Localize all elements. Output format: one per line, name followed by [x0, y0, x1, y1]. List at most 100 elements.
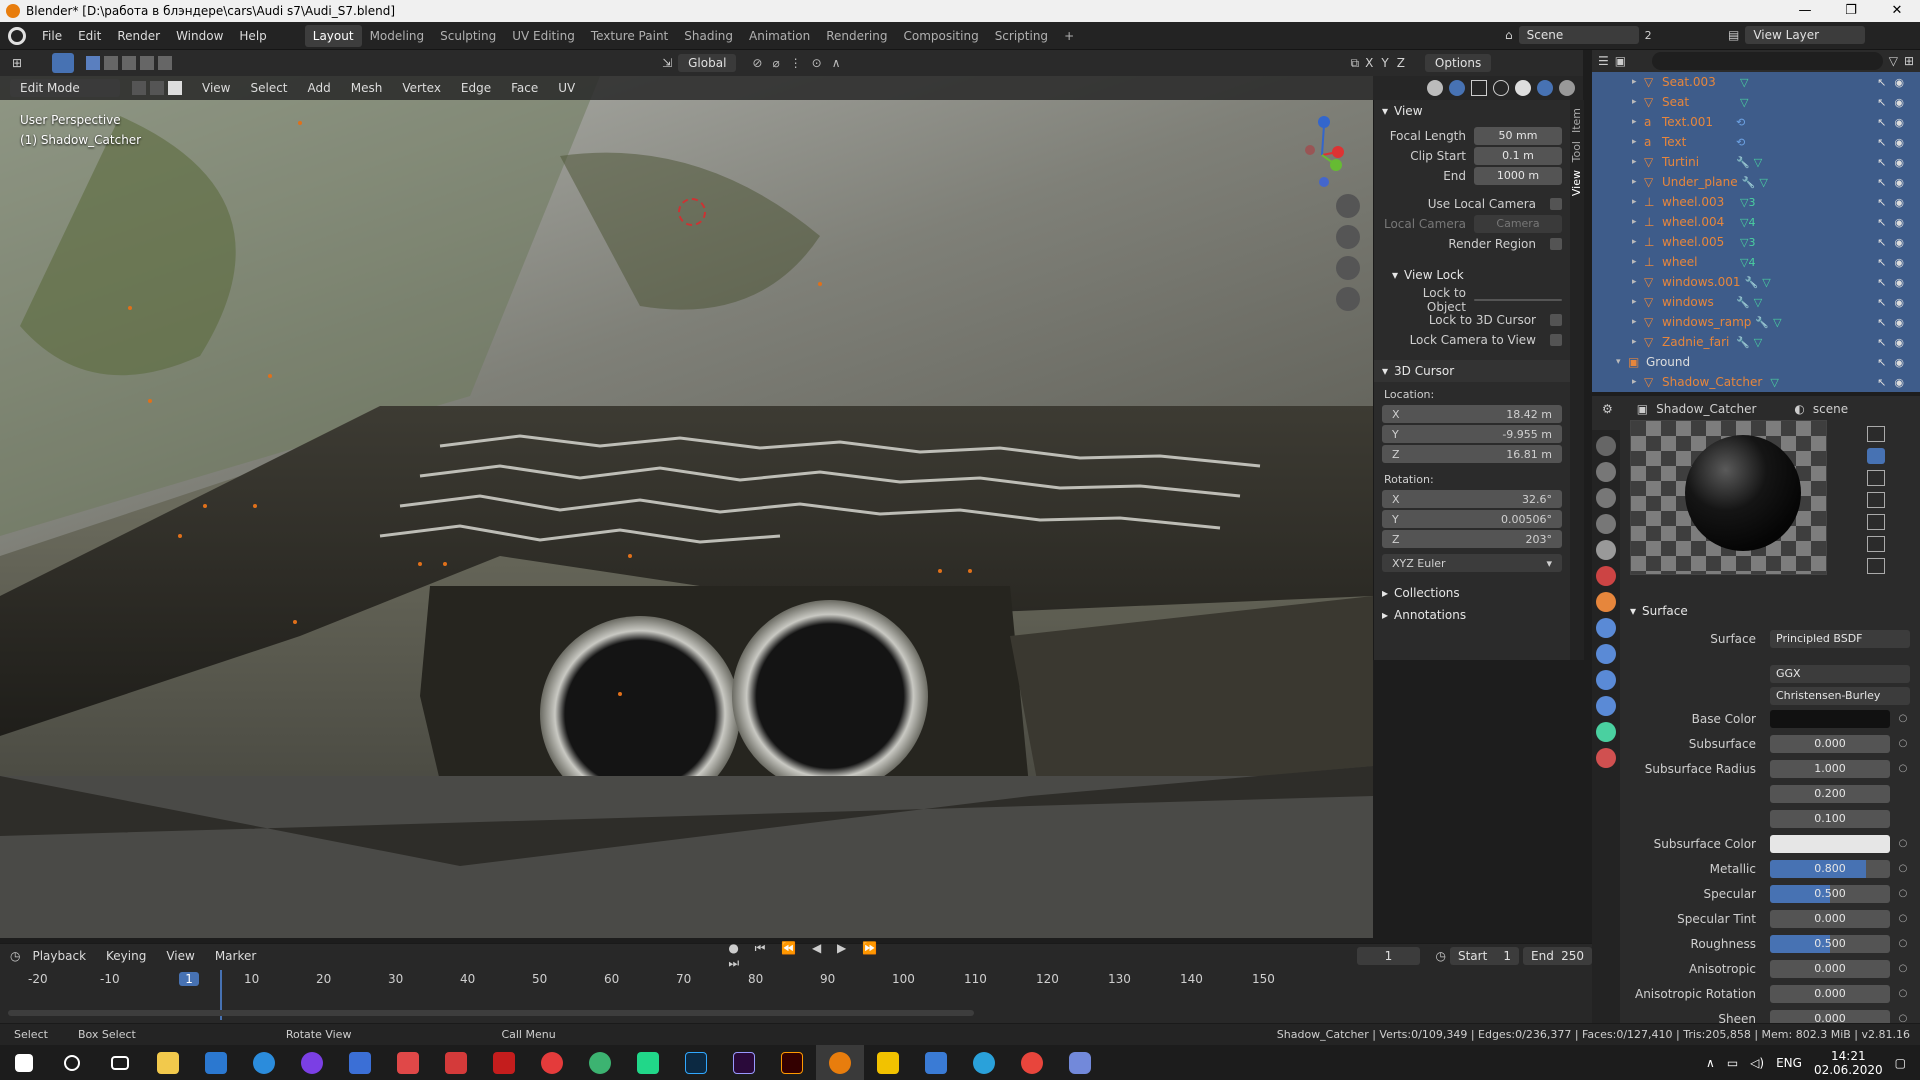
- particles-tab-icon[interactable]: [1596, 644, 1616, 664]
- cursor-rotation-x[interactable]: X 32.6°: [1382, 490, 1562, 508]
- visibility-icons[interactable]: ↖◉: [1877, 216, 1912, 229]
- tab-modeling[interactable]: Modeling: [362, 25, 433, 47]
- rotation-mode-dropdown[interactable]: XYZ Euler ▾: [1382, 554, 1562, 572]
- marvelous-icon[interactable]: [864, 1045, 912, 1080]
- expand-icon[interactable]: ▸: [1632, 197, 1644, 207]
- expand-icon[interactable]: ▸: [1632, 337, 1644, 347]
- focal-length-field[interactable]: 50 mm: [1474, 127, 1562, 145]
- outliner-row[interactable]: ▸ ▽ Zadnie_fari 🔧 ▽ ↖◉: [1592, 332, 1920, 352]
- outliner-search-input[interactable]: [1652, 52, 1883, 70]
- current-frame-field[interactable]: 1: [1357, 947, 1420, 965]
- outliner-row[interactable]: ▸ ▽ windows_ramp 🔧 ▽ ↖◉: [1592, 312, 1920, 332]
- expand-icon[interactable]: ▸: [1632, 277, 1644, 287]
- start-icon[interactable]: [0, 1045, 48, 1080]
- collections-section-header[interactable]: ▸ Collections: [1374, 582, 1570, 604]
- tab-scripting[interactable]: Scripting: [987, 25, 1056, 47]
- outliner-type-icon[interactable]: ☰: [1598, 54, 1609, 68]
- expand-icon[interactable]: ▸: [1632, 97, 1644, 107]
- outliner-row[interactable]: ▸ ▽ Turtini 🔧 ▽ ↖◉: [1592, 152, 1920, 172]
- shader-value-field[interactable]: 0.200: [1770, 784, 1890, 803]
- expand-icon[interactable]: ▸: [1632, 157, 1644, 167]
- visibility-icons[interactable]: ↖◉: [1877, 196, 1912, 209]
- timeline-menu-playback[interactable]: Playback: [24, 947, 94, 965]
- mirror-y-toggle[interactable]: Y: [1381, 56, 1388, 70]
- expand-icon[interactable]: ▸: [1632, 77, 1644, 87]
- clock[interactable]: 14:21 02.06.2020: [1814, 1049, 1883, 1077]
- scene-selector[interactable]: ⌂ Scene 2: [1505, 26, 1652, 44]
- shader-value-field[interactable]: 0.000: [1770, 959, 1890, 978]
- timeline-scrollbar[interactable]: [8, 1010, 974, 1016]
- app-icon-red2[interactable]: [432, 1045, 480, 1080]
- blender-menu-icon[interactable]: [8, 26, 26, 45]
- end-frame-field[interactable]: End 250: [1523, 947, 1593, 965]
- cursor-rotation-y[interactable]: Y 0.00506°: [1382, 510, 1562, 528]
- notifications-icon[interactable]: ▢: [1895, 1056, 1906, 1070]
- tab-item[interactable]: Item: [1570, 108, 1583, 133]
- menu-add[interactable]: Add: [300, 79, 339, 97]
- tab-sculpting[interactable]: Sculpting: [432, 25, 504, 47]
- modifier-tab-icon[interactable]: [1596, 618, 1616, 638]
- visibility-icons[interactable]: ↖◉: [1877, 176, 1912, 189]
- zoom-icon[interactable]: [1336, 194, 1360, 218]
- 3d-cursor-icon[interactable]: [678, 198, 706, 226]
- visibility-icons[interactable]: ↖◉: [1877, 316, 1912, 329]
- constraints-tab-icon[interactable]: [1596, 696, 1616, 716]
- color-swatch[interactable]: [1770, 834, 1890, 853]
- socket-icon[interactable]: ○: [1896, 838, 1910, 849]
- element-mode-icons[interactable]: [132, 81, 182, 95]
- surface-section-header[interactable]: ▾ Surface: [1630, 600, 1920, 622]
- shader-value-field[interactable]: 0.500: [1770, 934, 1890, 953]
- timeline-ruler[interactable]: -20 -10 1 10 20 30 40 50 60 70 80 90 100 110 120 130 140…: [0, 972, 1592, 994]
- blender-taskbar-icon[interactable]: [816, 1045, 864, 1080]
- photoshop-icon[interactable]: [672, 1045, 720, 1080]
- preview-monkey-icon[interactable]: [1867, 514, 1885, 530]
- game-icon[interactable]: [336, 1045, 384, 1080]
- lock-to-object-field[interactable]: [1474, 299, 1562, 301]
- sketchup-icon[interactable]: [480, 1045, 528, 1080]
- tab-view[interactable]: View: [1570, 170, 1583, 196]
- task-view-icon[interactable]: [96, 1045, 144, 1080]
- minimize-button[interactable]: —: [1782, 0, 1828, 22]
- ortho-grid-icon[interactable]: [1336, 287, 1360, 311]
- expand-icon[interactable]: ▾: [1616, 357, 1628, 367]
- menu-window[interactable]: Window: [168, 29, 231, 43]
- expand-icon[interactable]: ▸: [1632, 297, 1644, 307]
- render-region-checkbox[interactable]: [1550, 238, 1562, 250]
- visibility-icons[interactable]: ↖◉: [1877, 256, 1912, 269]
- network-icon[interactable]: ▭: [1727, 1056, 1738, 1070]
- edge-icon[interactable]: [240, 1045, 288, 1080]
- object-tab-icon[interactable]: [1596, 592, 1616, 612]
- cursor-location-z[interactable]: Z 16.81 m: [1382, 445, 1562, 463]
- shader-value-field[interactable]: 0.000: [1770, 734, 1890, 753]
- color-swatch[interactable]: [1770, 709, 1890, 728]
- visibility-icons[interactable]: ↖◉: [1877, 76, 1912, 89]
- display-mode-icon[interactable]: ▣: [1615, 54, 1626, 68]
- use-local-camera-checkbox[interactable]: [1550, 198, 1562, 210]
- tab-rendering[interactable]: Rendering: [818, 25, 895, 47]
- menu-view[interactable]: View: [194, 79, 238, 97]
- visibility-icons[interactable]: ↖◉: [1877, 376, 1912, 389]
- shader-value-field[interactable]: 0.100: [1770, 809, 1890, 828]
- app-icon-green[interactable]: [576, 1045, 624, 1080]
- outliner-row[interactable]: ▸ ▽ Seat.003 ▽ ↖◉: [1592, 72, 1920, 92]
- camera-view-icon[interactable]: [1336, 256, 1360, 280]
- pan-hand-icon[interactable]: [1336, 225, 1360, 249]
- discord-icon[interactable]: [1056, 1045, 1104, 1080]
- lock-to-cursor-checkbox[interactable]: [1550, 314, 1562, 326]
- tray-chevron-icon[interactable]: ∧: [1706, 1056, 1715, 1070]
- timeline-menu-view[interactable]: View: [158, 947, 202, 965]
- volume-icon[interactable]: ◁): [1750, 1056, 1764, 1070]
- visibility-icons[interactable]: ↖◉: [1877, 136, 1912, 149]
- new-collection-icon[interactable]: ⊞: [1904, 54, 1914, 68]
- menu-render[interactable]: Render: [109, 29, 168, 43]
- shader-value-field[interactable]: 0.800: [1770, 859, 1890, 878]
- view-section-header[interactable]: ▾ View: [1374, 100, 1570, 122]
- visibility-icons[interactable]: ↖◉: [1877, 336, 1912, 349]
- outliner-row[interactable]: ▸ ⊥ wheel.003 ▽3 ↖◉: [1592, 192, 1920, 212]
- outliner-row[interactable]: ▸ ▽ windows 🔧 ▽ ↖◉: [1592, 292, 1920, 312]
- lock-camera-checkbox[interactable]: [1550, 334, 1562, 346]
- outliner-row[interactable]: ▸ ▽ Seat ▽ ↖◉: [1592, 92, 1920, 112]
- expand-icon[interactable]: ▸: [1632, 317, 1644, 327]
- menu-select[interactable]: Select: [242, 79, 295, 97]
- select-tool-icon[interactable]: [52, 53, 75, 73]
